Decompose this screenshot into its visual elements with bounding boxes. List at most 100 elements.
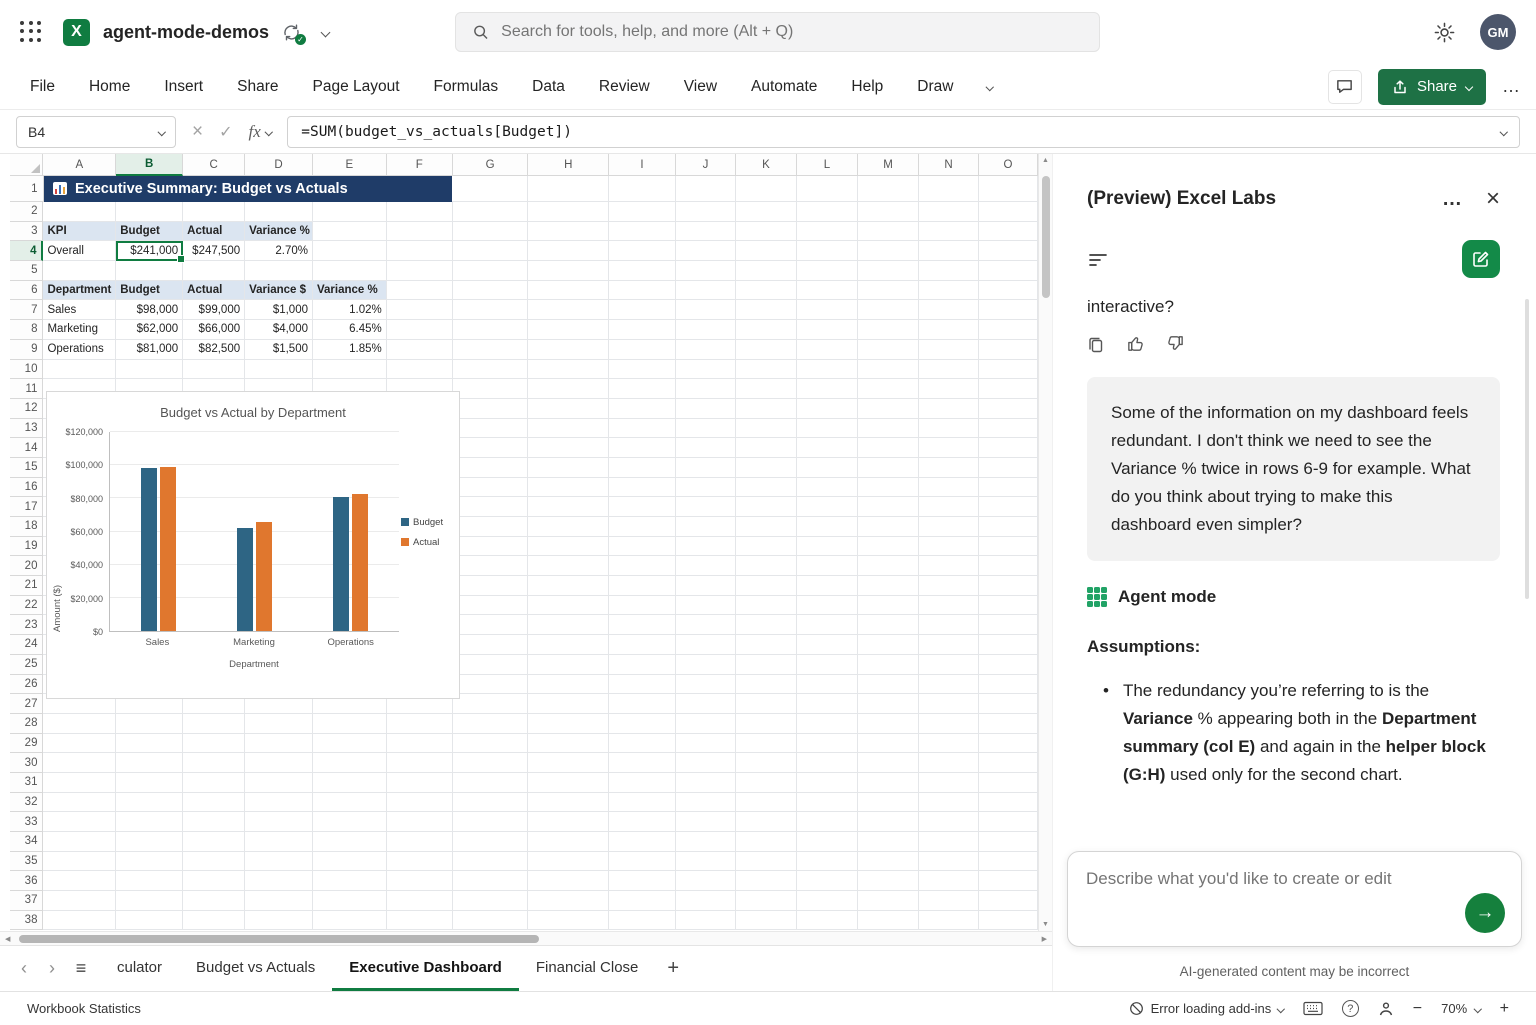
cell-H9[interactable] [528,340,609,360]
cell-B37[interactable] [116,891,183,911]
cell-N36[interactable] [919,871,979,891]
cell-G26[interactable] [453,675,529,695]
cell-N32[interactable] [919,793,979,813]
cell-H25[interactable] [528,655,609,675]
cell-H16[interactable] [528,478,609,498]
cell-N22[interactable] [919,596,979,616]
cell-N10[interactable] [919,360,979,380]
panel-more-icon[interactable]: … [1442,194,1462,204]
cell-M9[interactable] [858,340,919,360]
cell-M24[interactable] [858,635,919,655]
cell-M8[interactable] [858,320,919,340]
cell-I22[interactable] [609,596,676,616]
cell-D3[interactable]: Variance % [245,222,313,242]
row-header-30[interactable]: 30 [10,753,43,773]
cell-J4[interactable] [676,241,736,261]
cell-B6[interactable]: Budget [116,281,183,301]
cell-H6[interactable] [528,281,609,301]
cell-G13[interactable] [453,419,529,439]
cell-L34[interactable] [797,832,858,852]
cell-L38[interactable] [797,911,858,931]
cell-M22[interactable] [858,596,919,616]
cell-I2[interactable] [609,202,676,222]
cell-J27[interactable] [676,694,736,714]
cell-O34[interactable] [979,832,1038,852]
cell-L22[interactable] [797,596,858,616]
cell-J15[interactable] [676,458,736,478]
cell-K38[interactable] [736,911,797,931]
cell-I9[interactable] [609,340,676,360]
cell-K16[interactable] [736,478,797,498]
cell-B31[interactable] [116,773,183,793]
cell-I6[interactable] [609,281,676,301]
cell-F31[interactable] [387,773,453,793]
row-header-14[interactable]: 14 [10,438,43,458]
cell-M5[interactable] [858,261,919,281]
row-header-32[interactable]: 32 [10,793,43,813]
row-header-31[interactable]: 31 [10,773,43,793]
cell-L35[interactable] [797,852,858,872]
cell-J37[interactable] [676,891,736,911]
ribbon-tab-view[interactable]: View [684,78,717,96]
settings-gear-icon[interactable] [1433,21,1456,44]
cell-E35[interactable] [313,852,387,872]
cell-M3[interactable] [858,222,919,242]
cell-N12[interactable] [919,399,979,419]
ribbon-tab-data[interactable]: Data [532,78,565,96]
cell-B35[interactable] [116,852,183,872]
cell-G2[interactable] [453,202,529,222]
column-header-J[interactable]: J [676,154,736,176]
cell-F30[interactable] [387,753,453,773]
cell-O17[interactable] [979,497,1038,517]
cell-M6[interactable] [858,281,919,301]
search-bar[interactable] [455,12,1100,52]
cell-K15[interactable] [736,458,797,478]
row-header-25[interactable]: 25 [10,655,43,675]
row-header-24[interactable]: 24 [10,635,43,655]
cell-N31[interactable] [919,773,979,793]
cell-K21[interactable] [736,576,797,596]
cell-I24[interactable] [609,635,676,655]
cell-K7[interactable] [736,300,797,320]
row-header-18[interactable]: 18 [10,517,43,537]
cell-E32[interactable] [313,793,387,813]
cell-L28[interactable] [797,714,858,734]
cell-A37[interactable] [43,891,116,911]
cell-C10[interactable] [183,360,245,380]
cell-E2[interactable] [313,202,387,222]
column-header-N[interactable]: N [919,154,979,176]
cell-K10[interactable] [736,360,797,380]
cell-H33[interactable] [528,812,609,832]
row-header-2[interactable]: 2 [10,202,43,222]
cell-M36[interactable] [858,871,919,891]
cell-K27[interactable] [736,694,797,714]
cell-O26[interactable] [979,675,1038,695]
row-header-27[interactable]: 27 [10,694,43,714]
cell-F32[interactable] [387,793,453,813]
cell-K19[interactable] [736,537,797,557]
row-header-19[interactable]: 19 [10,537,43,557]
panel-scrollbar-thumb[interactable] [1525,299,1529,599]
cell-O20[interactable] [979,556,1038,576]
ribbon-tab-page-layout[interactable]: Page Layout [312,78,399,96]
cell-K5[interactable] [736,261,797,281]
cell-K33[interactable] [736,812,797,832]
cell-A5[interactable] [43,261,116,281]
cell-G34[interactable] [453,832,529,852]
row-header-12[interactable]: 12 [10,399,43,419]
cell-H38[interactable] [528,911,609,931]
cell-J22[interactable] [676,596,736,616]
cell-L10[interactable] [797,360,858,380]
comments-button[interactable] [1328,70,1362,104]
app-launcher-icon[interactable] [20,21,43,44]
cell-K4[interactable] [736,241,797,261]
cell-D5[interactable] [245,261,313,281]
cell-I8[interactable] [609,320,676,340]
cell-O31[interactable] [979,773,1038,793]
cell-D6[interactable]: Variance $ [245,281,313,301]
cell-I16[interactable] [609,478,676,498]
cell-J20[interactable] [676,556,736,576]
cell-L4[interactable] [797,241,858,261]
cell-M16[interactable] [858,478,919,498]
cell-E30[interactable] [313,753,387,773]
